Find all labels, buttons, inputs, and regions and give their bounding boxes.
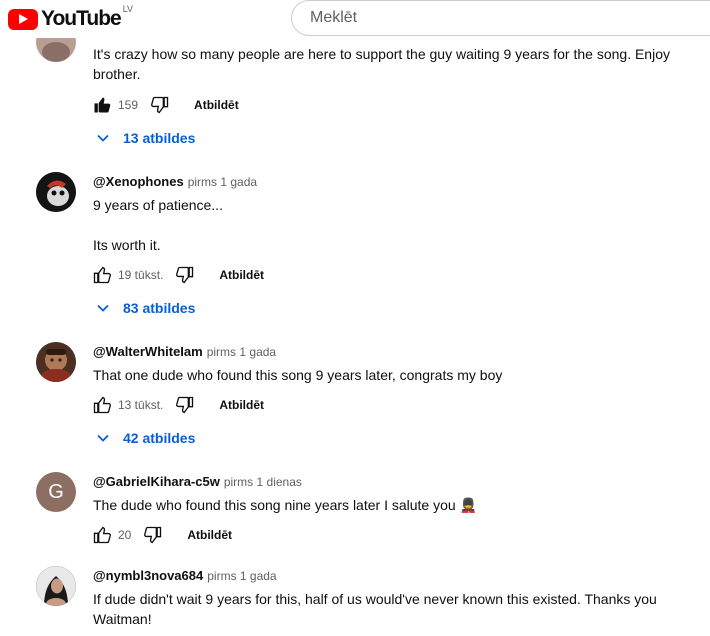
comment-text: It's crazy how so many people are here t… bbox=[93, 46, 670, 82]
comment-text: If dude didn't wait 9 years for this, ha… bbox=[93, 591, 657, 627]
timestamp[interactable]: pirms 1 gada bbox=[207, 345, 276, 359]
timestamp[interactable]: pirms 1 gada bbox=[207, 569, 276, 583]
replies-count: 13 atbildes bbox=[123, 130, 196, 146]
comment-text: The dude who found this song nine years … bbox=[93, 497, 477, 513]
like-icon[interactable] bbox=[90, 263, 114, 287]
comment-body: @nymbl3nova684 pirms 1 gada If dude didn'… bbox=[93, 567, 693, 629]
author-name[interactable]: @GabrielKihara-c5w bbox=[93, 474, 220, 489]
comment-text: That one dude who found this song 9 year… bbox=[93, 367, 503, 383]
reply-button[interactable]: Atbildēt bbox=[219, 398, 264, 412]
like-icon[interactable] bbox=[90, 523, 114, 547]
chevron-down-icon bbox=[93, 128, 113, 148]
view-replies-button[interactable]: 13 atbildes bbox=[93, 128, 195, 148]
like-icon[interactable] bbox=[90, 393, 114, 417]
author-name[interactable]: @nymbl3nova684 bbox=[93, 568, 203, 583]
comment-meta: @Xenophones pirms 1 gada bbox=[93, 173, 693, 191]
timestamp[interactable]: pirms 1 dienas bbox=[224, 475, 302, 489]
avatar-letter: G bbox=[48, 480, 64, 503]
chevron-down-icon bbox=[93, 428, 113, 448]
reply-button[interactable]: Atbildēt bbox=[187, 528, 232, 542]
play-logo-icon bbox=[8, 8, 38, 30]
replies-count: 83 atbildes bbox=[123, 300, 196, 316]
comment-meta: @nymbl3nova684 pirms 1 gada bbox=[93, 567, 693, 585]
avatar[interactable]: G bbox=[36, 472, 76, 512]
like-count: 20 bbox=[118, 528, 132, 542]
comment-body: @WalterWhiteIam pirms 1 gada That one dud… bbox=[93, 343, 693, 385]
youtube-logo[interactable]: YouTube LV bbox=[8, 4, 134, 31]
view-replies-button[interactable]: 42 atbildes bbox=[93, 428, 195, 448]
comment-meta: @GabrielKihara-c5w pirms 1 dienas bbox=[93, 473, 693, 491]
comment-actions: 159 Atbildēt bbox=[90, 93, 239, 117]
comment-body: It's crazy how so many people are here t… bbox=[93, 44, 693, 84]
search-box[interactable] bbox=[291, 0, 710, 36]
comment-actions: 19 tūkst. Atbildēt bbox=[90, 263, 264, 287]
dislike-icon[interactable] bbox=[148, 93, 172, 117]
view-replies-button[interactable]: 83 atbildes bbox=[93, 298, 195, 318]
reply-button[interactable]: Atbildēt bbox=[219, 268, 264, 282]
comment-actions: 20 Atbildēt bbox=[90, 523, 232, 547]
chevron-down-icon bbox=[93, 298, 113, 318]
top-bar: YouTube LV bbox=[0, 0, 710, 38]
like-filled-icon[interactable] bbox=[90, 93, 114, 117]
comment-meta: @WalterWhiteIam pirms 1 gada bbox=[93, 343, 693, 361]
timestamp[interactable]: pirms 1 gada bbox=[188, 175, 257, 189]
country-code: LV bbox=[122, 4, 134, 14]
like-count: 13 tūkst. bbox=[118, 398, 164, 412]
avatar[interactable] bbox=[36, 172, 76, 212]
replies-count: 42 atbildes bbox=[123, 430, 196, 446]
author-name[interactable]: @Xenophones bbox=[93, 174, 184, 189]
dislike-icon[interactable] bbox=[173, 393, 197, 417]
comment-text: 9 years of patience... Its worth it. bbox=[93, 197, 223, 253]
comment-body: @Xenophones pirms 1 gada 9 years of patie… bbox=[93, 173, 693, 255]
reply-button[interactable]: Atbildēt bbox=[194, 98, 239, 112]
dislike-icon[interactable] bbox=[141, 523, 165, 547]
avatar[interactable] bbox=[36, 342, 76, 382]
comment-actions: 13 tūkst. Atbildēt bbox=[90, 393, 264, 417]
comment-body: @GabrielKihara-c5w pirms 1 dienas The dud… bbox=[93, 473, 693, 515]
like-count: 19 tūkst. bbox=[118, 268, 164, 282]
author-name[interactable]: @WalterWhiteIam bbox=[93, 344, 203, 359]
logo-text: YouTube bbox=[41, 7, 122, 30]
avatar[interactable] bbox=[36, 566, 76, 606]
dislike-icon[interactable] bbox=[173, 263, 197, 287]
search-input[interactable] bbox=[308, 8, 692, 28]
like-count: 159 bbox=[118, 98, 139, 112]
